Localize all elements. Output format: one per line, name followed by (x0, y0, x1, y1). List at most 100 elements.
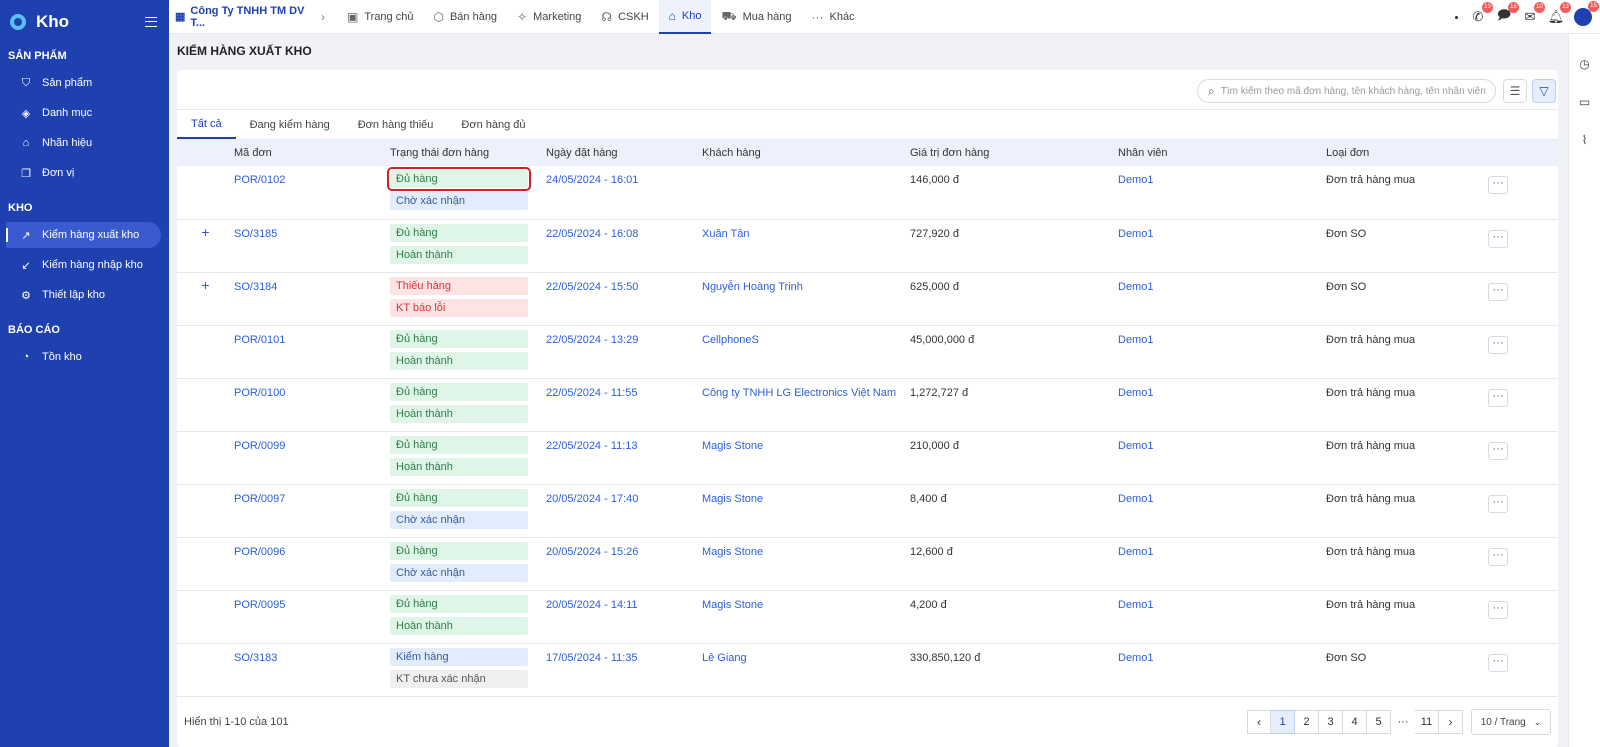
search-input[interactable]: ⌕ Tìm kiếm theo mã đơn hàng, tên khách h… (1197, 79, 1496, 103)
order-code-link[interactable]: POR/0101 (234, 334, 285, 346)
sidebar-item[interactable]: ↙ Kiểm hàng nhập kho (6, 252, 161, 278)
page-button[interactable]: 4 (1343, 710, 1367, 734)
staff-cell: Demo1 (1118, 272, 1326, 325)
more-actions-button[interactable]: ··· (1488, 600, 1508, 619)
clock-icon[interactable]: ◷ (1569, 50, 1600, 78)
order-code-link[interactable]: POR/0097 (234, 493, 285, 505)
staff-link[interactable]: Demo1 (1118, 599, 1153, 611)
status-cell: Đủ hàng Chờ xác nhận (390, 484, 546, 537)
order-code-link[interactable]: POR/0095 (234, 599, 285, 611)
staff-link[interactable]: Demo1 (1118, 387, 1153, 399)
order-code-link[interactable]: SO/3183 (234, 652, 277, 664)
sidebar-item-label: Kiểm hàng nhập kho (42, 259, 143, 271)
customer-link[interactable]: CellphoneS (702, 334, 759, 346)
sidebar: Kho SẢN PHẨM ⛉ Sản phẩm ◈ Danh mục ⌂ Nhãn hiệu… (0, 0, 169, 747)
order-code-link[interactable]: POR/0099 (234, 440, 285, 452)
customer-link[interactable]: Magis Stone (702, 440, 763, 452)
order-code-link[interactable]: POR/0102 (234, 174, 285, 186)
order-code-link[interactable]: SO/3185 (234, 228, 277, 240)
nav-tab[interactable]: ✧ Marketing (507, 0, 591, 34)
column-settings-button[interactable]: ☰ (1503, 79, 1527, 103)
staff-link[interactable]: Demo1 (1118, 174, 1153, 186)
chevron-right-icon[interactable]: › (321, 10, 325, 24)
sidebar-item[interactable]: ⚙ Thiết lập kho (6, 282, 161, 308)
order-code-link[interactable]: POR/0100 (234, 387, 285, 399)
customer-link[interactable]: Xuân Tân (702, 228, 750, 240)
paperclip-icon[interactable]: ⌇ (1569, 126, 1600, 154)
staff-link[interactable]: Demo1 (1118, 493, 1153, 505)
order-date-cell: 20/05/2024 - 14:11 (546, 590, 702, 643)
next-page-button[interactable]: › (1439, 710, 1463, 734)
status-badge: Đủ hàng (390, 488, 528, 507)
order-code-link[interactable]: POR/0096 (234, 546, 285, 558)
status-tab[interactable]: Đang kiểm hàng (236, 110, 344, 139)
page-button[interactable]: 3 (1319, 710, 1343, 734)
nav-tab[interactable]: ⌂ Kho (658, 0, 712, 34)
order-date-cell: 22/05/2024 - 11:55 (546, 378, 702, 431)
more-actions-button[interactable]: ··· (1488, 335, 1508, 354)
more-actions-button[interactable]: ··· (1488, 441, 1508, 460)
more-actions-button[interactable]: ··· (1488, 229, 1508, 248)
more-actions-button[interactable]: ··· (1488, 388, 1508, 407)
order-code-link[interactable]: SO/3184 (234, 281, 277, 293)
prev-page-button[interactable]: ‹ (1247, 710, 1271, 734)
customer-link[interactable]: Lê Giang (702, 652, 747, 664)
staff-link[interactable]: Demo1 (1118, 281, 1153, 293)
expand-cell (177, 378, 234, 431)
sidebar-header: Kho (0, 0, 169, 44)
nav-tab[interactable]: ⬡ Bán hàng (423, 0, 507, 34)
staff-link[interactable]: Demo1 (1118, 652, 1153, 664)
expand-icon[interactable]: + (201, 224, 209, 240)
staff-link[interactable]: Demo1 (1118, 228, 1153, 240)
staff-cell: Demo1 (1118, 643, 1326, 696)
status-cell: Đủ hàng Chờ xác nhận (387, 166, 546, 219)
more-actions-button[interactable]: ··· (1488, 494, 1508, 513)
staff-link[interactable]: Demo1 (1118, 546, 1153, 558)
sidebar-item[interactable]: ◔ Tồn kho (6, 344, 161, 370)
sidebar-item[interactable]: ❐ Đơn vị (6, 160, 161, 186)
customer-link[interactable]: Nguyễn Hoàng Trinh (702, 281, 803, 293)
sidebar-item[interactable]: ⌂ Nhãn hiệu (6, 130, 161, 156)
sidebar-item[interactable]: ⛉ Sản phẩm (6, 70, 161, 96)
page-size-select[interactable]: 10 / Trang ⌄ (1471, 709, 1551, 735)
nav-tab[interactable]: ⛟ Mua hàng (711, 0, 801, 34)
filter-button[interactable]: ▽ (1532, 79, 1556, 103)
menu-collapse-icon[interactable] (145, 17, 157, 27)
pagination: ‹ 1 2 3 4 5 ··· 11 › (1247, 710, 1463, 734)
more-actions-button[interactable]: ··· (1488, 547, 1508, 566)
mail-icon[interactable]: ✉ 10 (1522, 2, 1545, 25)
nav-tab[interactable]: ☊ CSKH (591, 0, 658, 34)
page-button[interactable]: 2 (1295, 710, 1319, 734)
status-badge: Chờ xác nhận (390, 510, 528, 529)
avatar[interactable]: 15 (1574, 1, 1599, 26)
expand-icon[interactable]: + (201, 277, 209, 293)
customer-link[interactable]: Công ty TNHH LG Electronics Việt Nam (702, 387, 896, 399)
staff-link[interactable]: Demo1 (1118, 440, 1153, 452)
status-tab[interactable]: Đơn hàng đủ (447, 110, 539, 139)
sidebar-item[interactable]: ↗ Kiểm hàng xuất kho (6, 222, 161, 248)
chat-icon[interactable]: 🗩 16 (1496, 2, 1519, 25)
customer-link[interactable]: Magis Stone (702, 493, 763, 505)
expand-cell (177, 325, 234, 378)
company-selector[interactable]: ▦ Công Ty TNHH TM DV T... (169, 5, 317, 29)
customer-link[interactable]: Magis Stone (702, 546, 763, 558)
status-badge: Đủ hàng (390, 223, 528, 242)
status-tab[interactable]: Đơn hàng thiếu (344, 110, 448, 139)
comment-icon[interactable]: ▭ (1569, 88, 1600, 116)
nav-tab[interactable]: ▣ Trang chủ (337, 0, 423, 34)
status-tab[interactable]: Tất cả (177, 110, 236, 139)
sidebar-item[interactable]: ◈ Danh mục (6, 100, 161, 126)
status-badge: Hoàn thành (390, 457, 528, 476)
more-actions-button[interactable]: ··· (1488, 653, 1508, 672)
status-badge: Đủ hàng (390, 594, 528, 613)
nav-tab[interactable]: ··· Khác (802, 0, 865, 34)
customer-link[interactable]: Magis Stone (702, 599, 763, 611)
more-actions-button[interactable]: ··· (1488, 282, 1508, 301)
page-button[interactable]: 11 (1415, 710, 1439, 734)
page-button[interactable]: 1 (1271, 710, 1295, 734)
bell-icon[interactable]: 🔔︎ 13 (1548, 2, 1571, 25)
staff-link[interactable]: Demo1 (1118, 334, 1153, 346)
page-button[interactable]: 5 (1367, 710, 1391, 734)
phone-icon[interactable]: ✆ 13 (1470, 2, 1493, 25)
more-actions-button[interactable]: ··· (1488, 176, 1508, 194)
